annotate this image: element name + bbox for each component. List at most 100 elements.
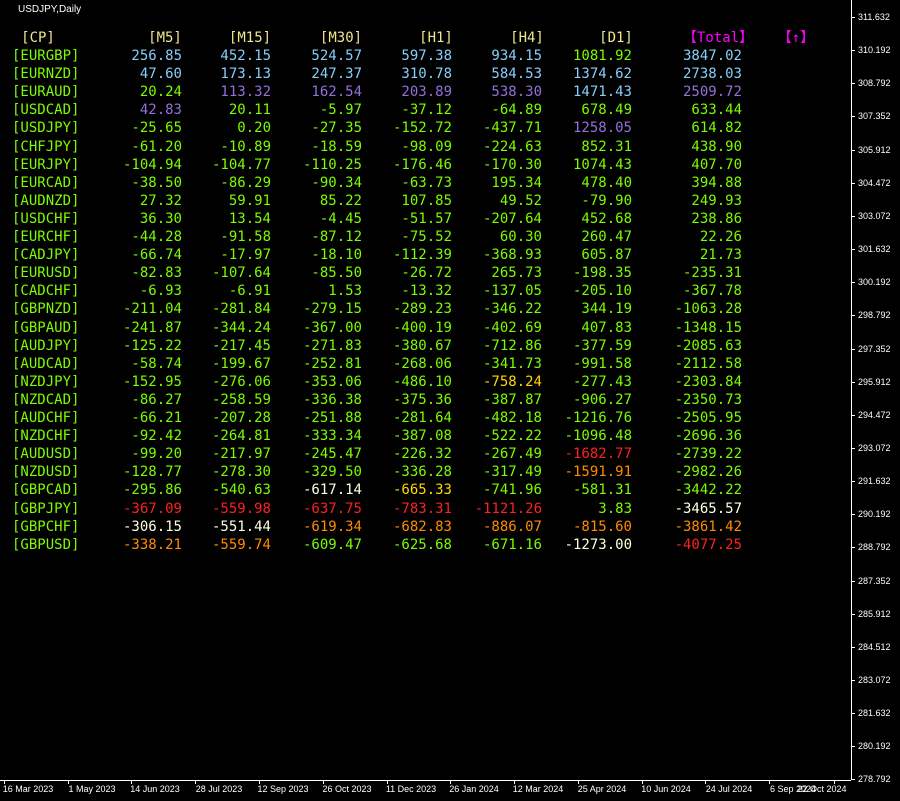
value-cell: -991.58	[572, 355, 632, 372]
value-cell: -2982.26	[674, 464, 742, 481]
value-cell: 247.37	[311, 66, 362, 83]
value-cell: -92.42	[131, 428, 182, 445]
chart-area[interactable]: USDJPY,Daily [CP] [M5] [M15] [M30] [H1] [H4][…	[0, 0, 850, 780]
value-cell: 452.68	[581, 210, 632, 227]
value-cell: -279.15	[302, 301, 362, 318]
time-label: 10 Jun 2024	[641, 784, 691, 794]
value-cell: -758.24	[482, 373, 542, 390]
value-cell: -25.65	[131, 120, 182, 137]
pair-label: [GBPUSD]	[12, 536, 80, 553]
value-cell: -75.52	[401, 229, 452, 245]
value-cell: -66.74	[131, 247, 182, 264]
column-header: [M15]	[228, 30, 272, 46]
value-cell: -551.44	[211, 518, 271, 535]
value-cell: -712.86	[482, 337, 542, 354]
price-tick	[851, 282, 855, 284]
time-label: 26 Oct 2023	[322, 784, 372, 794]
value-cell: 394.88	[691, 174, 742, 191]
value-cell: -486.10	[392, 373, 452, 390]
value-cell: 249.93	[691, 192, 742, 209]
value-cell: -581.31	[572, 482, 632, 499]
value-cell: -66.21	[131, 410, 182, 426]
value-cell: -27.35	[311, 120, 362, 137]
price-label: 295.912	[858, 376, 891, 387]
value-cell: 49.52	[499, 192, 542, 209]
value-cell: -559.98	[211, 500, 271, 517]
value-cell: -522.22	[482, 428, 542, 445]
value-cell: -4.45	[319, 210, 362, 227]
value-cell: -344.24	[211, 319, 271, 336]
time-axis[interactable]: 16 Mar 2023 1 May 2023 14 Jun 2023 28 Jul 2…	[0, 780, 851, 801]
value-cell: -1348.15	[674, 319, 742, 336]
pair-label: [NZDUSD]	[12, 464, 80, 481]
value-cell: 605.87	[581, 247, 632, 264]
value-cell: -2696.36	[674, 428, 742, 445]
pair-label: [USDCAD]	[12, 102, 80, 119]
time-label: 26 Jan 2024	[449, 784, 499, 794]
value-cell: -2303.84	[674, 373, 742, 390]
value-cell: -51.57	[401, 210, 452, 227]
pair-label: [NZDCAD]	[12, 391, 80, 408]
chart-title: USDJPY,Daily	[18, 4, 82, 15]
value-cell: -217.97	[211, 446, 271, 463]
value-cell: 2509.72	[682, 84, 742, 101]
value-cell: -1682.77	[564, 446, 632, 463]
price-axis[interactable]: 311.632 310.192 308.792 307.352 305.912 304.4…	[851, 0, 900, 784]
price-label: 297.352	[858, 343, 891, 354]
value-cell: -2505.95	[674, 410, 742, 426]
price-label: 305.912	[858, 144, 891, 155]
value-cell: 42.83	[139, 102, 182, 119]
price-tick	[851, 447, 855, 449]
value-cell: -387.87	[482, 391, 542, 408]
value-cell: -278.30	[211, 464, 271, 481]
value-cell: -211.04	[122, 301, 182, 318]
value-cell: 21.73	[699, 247, 742, 264]
value-cell: -338.21	[122, 536, 182, 553]
value-cell: -86.29	[220, 174, 271, 191]
time-label: 22 Oct 2024	[797, 784, 847, 794]
pair-label: [EURUSD]	[12, 265, 80, 282]
value-cell: 20.11	[228, 102, 271, 119]
price-tick	[851, 547, 855, 549]
price-tick	[851, 580, 855, 582]
value-cell: 27.32	[139, 192, 182, 209]
price-label: 303.072	[858, 210, 891, 221]
value-cell: -400.19	[392, 319, 452, 336]
value-cell: -2112.58	[674, 355, 742, 372]
price-label: 304.472	[858, 177, 891, 188]
value-cell: 597.38	[401, 48, 452, 64]
value-cell: 113.32	[220, 84, 271, 101]
value-cell: 584.53	[491, 66, 542, 83]
value-cell: -1216.76	[564, 410, 632, 426]
value-cell: -98.09	[401, 138, 452, 155]
time-label: 24 Jul 2024	[705, 784, 753, 794]
value-cell: -6.93	[139, 283, 182, 300]
pair-label: [GBPAUD]	[12, 319, 80, 336]
pair-label: [AUDNZD]	[12, 192, 80, 209]
value-cell: -609.47	[302, 536, 362, 553]
pair-label: [NZDJPY]	[12, 373, 80, 390]
value-cell: -281.84	[211, 301, 271, 318]
value-cell: -241.87	[122, 319, 182, 336]
price-tick	[851, 50, 855, 52]
value-cell: 2738.03	[682, 66, 742, 83]
value-cell: -353.06	[302, 373, 362, 390]
value-cell: -3465.57	[674, 500, 742, 517]
pair-label: [EURAUD]	[12, 84, 80, 101]
price-tick	[851, 613, 855, 615]
column-header: [D1]	[599, 30, 633, 46]
pair-label: [GBPNZD]	[12, 301, 80, 318]
value-cell: -2085.63	[674, 337, 742, 354]
column-header: [H1]	[419, 30, 453, 46]
pair-label: [EURCHF]	[12, 229, 80, 245]
value-cell: 265.73	[491, 265, 542, 282]
value-cell: -91.58	[220, 229, 271, 245]
pair-label: [USDCHF]	[12, 210, 80, 227]
value-cell: -205.10	[572, 283, 632, 300]
value-cell: -251.88	[302, 410, 362, 426]
price-label: 311.632	[858, 12, 890, 22]
value-cell: -125.22	[122, 337, 182, 354]
value-cell: -86.27	[131, 391, 182, 408]
value-cell: -295.86	[122, 482, 182, 499]
value-cell: -258.59	[211, 391, 271, 408]
